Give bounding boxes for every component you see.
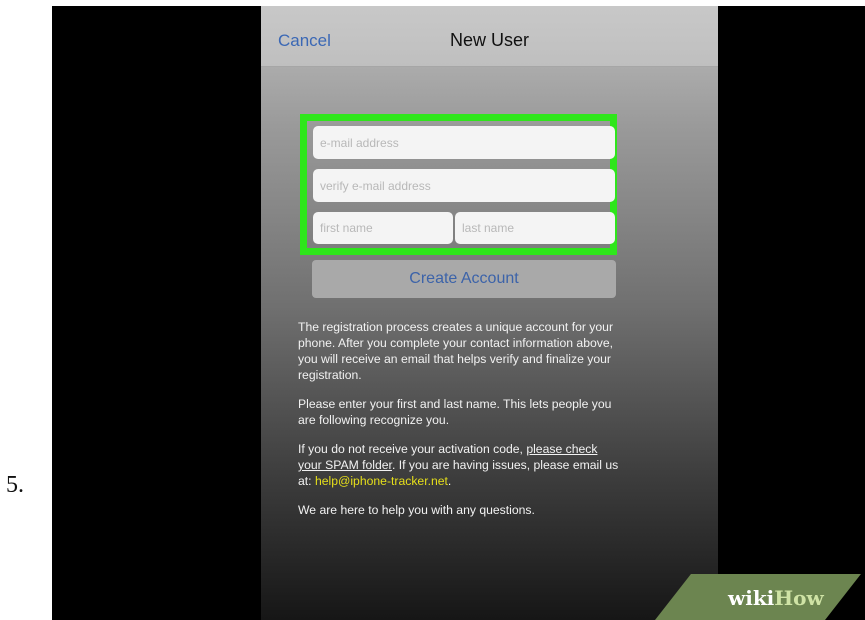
info-paragraph-help: We are here to help you with any questio… xyxy=(298,503,535,517)
first-name-field[interactable]: first name xyxy=(313,212,453,244)
verify-email-placeholder: verify e-mail address xyxy=(320,178,431,193)
activation-text-suffix: . xyxy=(447,474,452,488)
step-number: 5. xyxy=(6,472,24,498)
email-field[interactable]: e-mail address xyxy=(313,126,615,159)
phone-screen: Cancel New User e-mail address verify e-… xyxy=(261,6,718,620)
last-name-placeholder: last name xyxy=(462,221,515,235)
verify-email-field[interactable]: verify e-mail address xyxy=(313,169,615,202)
wikihow-logo-wiki: wiki xyxy=(728,586,775,610)
info-paragraph-name: Please enter your first and last name. T… xyxy=(298,397,612,427)
info-paragraph-activation: If you do not receive your activation co… xyxy=(298,441,620,489)
first-name-placeholder: first name xyxy=(320,221,373,235)
video-frame: Cancel New User e-mail address verify e-… xyxy=(52,6,865,620)
info-paragraph-registration: The registration process creates a uniqu… xyxy=(298,320,614,382)
navigation-bar: Cancel New User xyxy=(261,6,718,67)
last-name-field[interactable]: last name xyxy=(455,212,615,244)
wikihow-logo-how: How xyxy=(774,586,824,610)
email-placeholder: e-mail address xyxy=(320,135,399,150)
create-account-label: Create Account xyxy=(409,270,519,287)
create-account-button[interactable]: Create Account xyxy=(312,260,616,298)
page-title: New User xyxy=(449,30,529,50)
support-email-link[interactable]: help@iphone-tracker.net xyxy=(315,474,448,488)
wikihow-logo: wikiHow xyxy=(728,586,824,610)
info-text: The registration process creates a uniqu… xyxy=(298,319,620,531)
activation-text-prefix: If you do not receive your activation co… xyxy=(298,442,527,456)
